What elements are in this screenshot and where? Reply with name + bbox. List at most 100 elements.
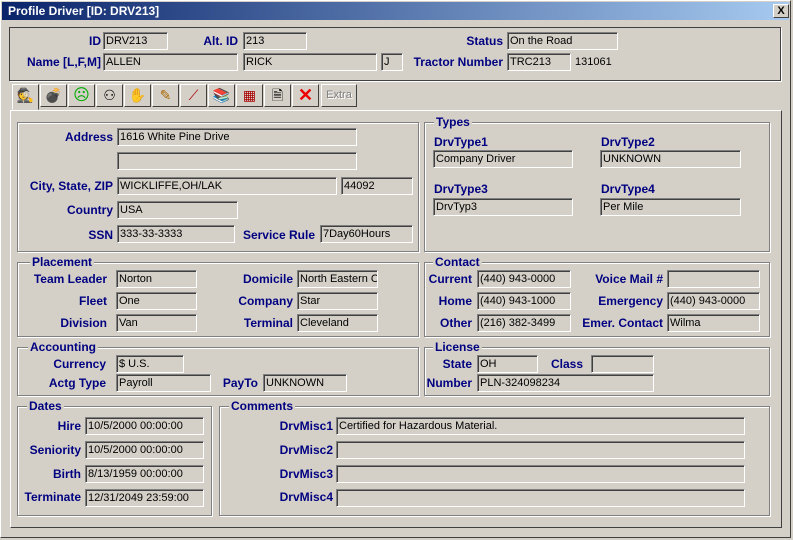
books-icon: 📚 — [212, 87, 231, 103]
drvtype1-label: DrvType1 — [434, 135, 488, 149]
driver-profile-icon: 🕵 — [16, 87, 35, 103]
domicile-field[interactable]: North Eastern OI — [297, 270, 378, 288]
wrench-icon: ⟋ — [188, 87, 199, 103]
status-label: Status — [466, 34, 503, 48]
license-number-field[interactable]: PLN-324098234 — [477, 374, 654, 392]
seniority-date-field[interactable]: 10/5/2000 00:00:00 — [85, 441, 204, 459]
current-phone-field[interactable]: (440) 943-0000 — [477, 270, 571, 288]
tab-pencil[interactable]: ✎ — [152, 84, 179, 107]
altid-field[interactable]: 213 — [243, 32, 307, 50]
tab-driver-profile[interactable]: 🕵 — [12, 84, 39, 110]
terminal-label: Terminal — [243, 316, 293, 330]
tab-sad-face[interactable]: ☹ — [68, 84, 95, 107]
last-name-field[interactable]: ALLEN — [103, 53, 238, 71]
company-field[interactable]: Star — [297, 292, 378, 310]
bomb-icon: 💣 — [44, 87, 63, 103]
id-field[interactable]: DRV213 — [103, 32, 168, 50]
address2-field[interactable] — [117, 152, 357, 170]
state-label: State — [442, 357, 472, 371]
drvtype1-field[interactable]: Company Driver — [433, 150, 573, 168]
license-title: License — [433, 340, 482, 354]
division-label: Division — [60, 316, 107, 330]
license-state-field[interactable]: OH — [477, 355, 538, 373]
drvtype3-label: DrvType3 — [434, 182, 488, 196]
hire-date-field[interactable]: 10/5/2000 00:00:00 — [85, 417, 204, 435]
currency-field[interactable]: $ U.S. — [116, 355, 184, 373]
tractor-field[interactable]: TRC213 — [507, 53, 571, 71]
binoculars-icon: ⚇ — [103, 87, 116, 103]
ssn-label: SSN — [88, 228, 113, 242]
voicemail-field[interactable] — [667, 270, 760, 288]
terminal-field[interactable]: Cleveland — [297, 314, 378, 332]
domicile-label: Domicile — [242, 272, 293, 286]
team-leader-field[interactable]: Norton — [116, 270, 197, 288]
altid-label: Alt. ID — [203, 34, 238, 48]
tab-books[interactable]: 📚 — [208, 84, 235, 107]
sad-face-icon: ☹ — [73, 87, 90, 104]
currency-label: Currency — [53, 357, 106, 371]
calculator-icon: ▦ — [242, 87, 257, 103]
class-label: Class — [550, 357, 583, 371]
drvmisc1-field[interactable]: Certified for Hazardous Material. — [336, 417, 745, 435]
zip-field[interactable]: 44092 — [341, 177, 413, 195]
pencil-icon: ✎ — [159, 87, 172, 103]
id-label: ID — [89, 34, 101, 48]
current-label: Current — [428, 272, 472, 286]
company-label: Company — [238, 294, 293, 308]
birth-label: Birth — [53, 467, 81, 481]
status-field[interactable]: On the Road — [507, 32, 618, 50]
drvtype3-field[interactable]: DrvTyp3 — [433, 198, 573, 216]
division-field[interactable]: Van — [116, 314, 197, 332]
emer-contact-field[interactable]: Wilma — [667, 314, 760, 332]
emergency-phone-field[interactable]: (440) 943-0000 — [667, 292, 760, 310]
drvmisc1-label: DrvMisc1 — [279, 419, 333, 433]
drvmisc2-field[interactable] — [336, 441, 745, 459]
tab-document[interactable]: 🗎 — [264, 84, 291, 107]
number-label: Number — [426, 376, 472, 390]
tractor-extra: 131061 — [575, 56, 612, 68]
tab-bomb[interactable]: 💣 — [40, 84, 67, 107]
license-class-field[interactable] — [591, 355, 654, 373]
address-label: Address — [64, 130, 113, 144]
country-field[interactable]: USA — [117, 201, 238, 219]
drvtype2-field[interactable]: UNKNOWN — [600, 150, 741, 168]
close-button[interactable]: X — [773, 4, 789, 18]
service-rule-field[interactable]: 7Day60Hours — [320, 225, 413, 243]
payto-label: PayTo — [222, 376, 258, 390]
drvtype2-label: DrvType2 — [601, 135, 655, 149]
extra-button[interactable]: Extra — [321, 84, 357, 107]
window-title: Profile Driver [ID: DRV213] — [8, 4, 160, 18]
drvtype4-field[interactable]: Per Mile — [600, 198, 741, 216]
drvmisc3-field[interactable] — [336, 465, 745, 483]
drvmisc4-field[interactable] — [336, 489, 745, 507]
contact-title: Contact — [433, 255, 482, 269]
city-label: City, State, ZIP — [29, 179, 113, 193]
tab-calculator[interactable]: ▦ — [236, 84, 263, 107]
first-name-field[interactable]: RICK — [243, 53, 377, 71]
ssn-field[interactable]: 333-33-3333 — [117, 225, 235, 243]
tab-hand[interactable]: ✋ — [124, 84, 151, 107]
middle-name-field[interactable]: J — [381, 53, 403, 71]
home-phone-field[interactable]: (440) 943-1000 — [477, 292, 571, 310]
drvmisc2-label: DrvMisc2 — [279, 443, 333, 457]
comments-title: Comments — [229, 399, 296, 413]
name-label: Name [L,F,M] — [26, 55, 101, 69]
accounting-title: Accounting — [28, 340, 98, 354]
tab-wrench[interactable]: ⟋ — [180, 84, 207, 107]
document-icon: 🗎 — [271, 87, 284, 103]
payto-field[interactable]: UNKNOWN — [263, 374, 347, 392]
actg-type-label: Actg Type — [48, 376, 106, 390]
birth-date-field[interactable]: 8/13/1959 00:00:00 — [85, 465, 204, 483]
terminate-date-field[interactable]: 12/31/2049 23:59:00 — [85, 489, 204, 507]
hand-icon: ✋ — [128, 87, 147, 103]
tractor-label: Tractor Number — [413, 55, 503, 69]
other-phone-field[interactable]: (216) 382-3499 — [477, 314, 571, 332]
city-field[interactable]: WICKLIFFE,OH/LAK — [117, 177, 337, 195]
address1-field[interactable]: 1616 White Pine Drive — [117, 128, 357, 146]
delete-button[interactable]: ✕ — [292, 84, 319, 107]
tab-binoculars[interactable]: ⚇ — [96, 84, 123, 107]
seniority-label: Seniority — [29, 443, 81, 457]
voicemail-label: Voice Mail # — [595, 272, 663, 286]
fleet-field[interactable]: One — [116, 292, 197, 310]
actg-type-field[interactable]: Payroll — [116, 374, 211, 392]
